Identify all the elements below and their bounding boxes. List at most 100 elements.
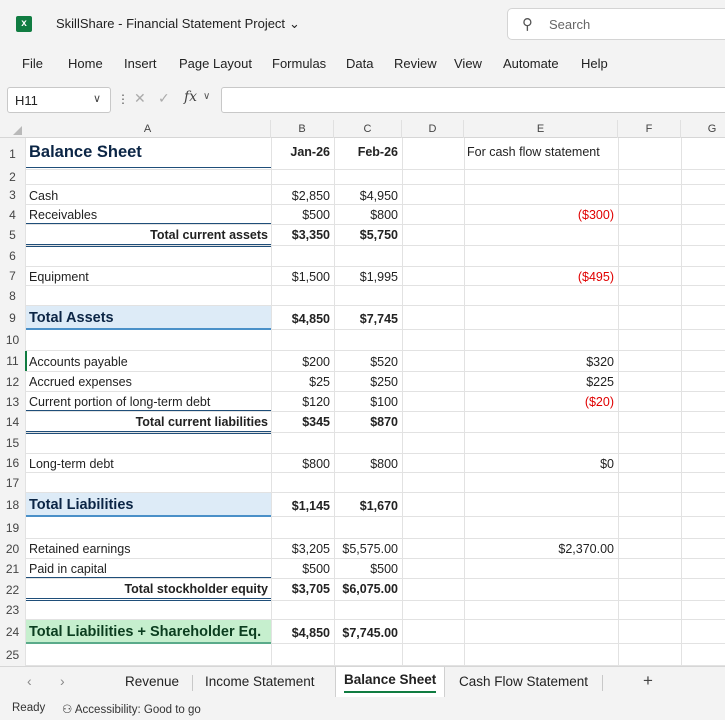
row-header-24[interactable]: 24 [0, 620, 25, 644]
cell-c18[interactable]: $1,670 [334, 496, 400, 516]
row-header-23[interactable]: 23 [0, 601, 25, 620]
accessibility-status[interactable]: ⚇ Accessibility: Good to go [62, 702, 201, 716]
name-box[interactable]: H11 ∨ [7, 87, 111, 113]
menu-automate[interactable]: Automate [503, 56, 559, 71]
row-header-15[interactable]: 15 [0, 433, 25, 454]
cell-c7[interactable]: $1,995 [334, 267, 400, 287]
cell-b20[interactable]: $3,205 [271, 539, 332, 559]
row-header-21[interactable]: 21 [0, 559, 25, 579]
select-all-corner[interactable] [0, 120, 25, 138]
insert-function-icon[interactable]: fx [184, 89, 197, 105]
cell-c24[interactable]: $7,745.00 [334, 623, 400, 643]
cell-e12[interactable]: $225 [465, 372, 616, 392]
row-header-7[interactable]: 7 [0, 267, 25, 286]
row-header-2[interactable]: 2 [0, 170, 25, 185]
column-header-e[interactable]: E [464, 120, 618, 138]
row-header-3[interactable]: 3 [0, 185, 25, 205]
row-header-13[interactable]: 13 [0, 392, 25, 412]
cell-a14[interactable]: Total current liabilities [27, 412, 270, 432]
sheet-tab-balance-sheet[interactable]: Balance Sheet [335, 667, 446, 697]
cell-b5[interactable]: $3,350 [271, 225, 332, 245]
cell-a16[interactable]: Long-term debt [27, 454, 271, 474]
row-header-12[interactable]: 12 [0, 372, 25, 392]
sheet-tab-cash-flow-statement[interactable]: Cash Flow Statement [459, 674, 588, 689]
spreadsheet-grid[interactable]: 1 2 3 4 5 6 7 8 9 10 11 12 13 14 15 16 17 18 19 20 21 22 23 24 2… [0, 138, 725, 666]
row-header-5[interactable]: 5 [0, 225, 25, 246]
row-header-11[interactable]: 11 [0, 351, 25, 372]
row-header-1[interactable]: 1 [0, 138, 25, 170]
row-header-4[interactable]: 4 [0, 205, 25, 225]
formula-input[interactable] [221, 87, 725, 113]
cell-a5[interactable]: Total current assets [27, 225, 270, 245]
cancel-icon[interactable]: ✕ [134, 90, 146, 107]
cell-b3[interactable]: $2,850 [271, 186, 332, 206]
cell-a1[interactable]: Balance Sheet [27, 140, 271, 164]
cell-e16[interactable]: $0 [465, 454, 616, 474]
menu-home[interactable]: Home [68, 56, 103, 71]
row-header-22[interactable]: 22 [0, 579, 25, 601]
row-header-20[interactable]: 20 [0, 539, 25, 559]
cell-a9[interactable]: Total Assets [27, 308, 271, 328]
scroll-right-icon[interactable]: › [60, 673, 65, 689]
row-header-25[interactable]: 25 [0, 644, 25, 666]
cell-b7[interactable]: $1,500 [271, 267, 332, 287]
row-header-17[interactable]: 17 [0, 473, 25, 493]
menu-help[interactable]: Help [581, 56, 608, 71]
column-header-d[interactable]: D [402, 120, 464, 138]
column-header-a[interactable]: A [25, 120, 271, 138]
cell-e4[interactable]: ($300) [465, 205, 616, 225]
cell-c20[interactable]: $5,575.00 [334, 539, 400, 559]
cell-c12[interactable]: $250 [334, 372, 400, 392]
column-header-c[interactable]: C [334, 120, 402, 138]
cell-e11[interactable]: $320 [465, 352, 616, 372]
cell-a24[interactable]: Total Liabilities + Shareholder Eq. [27, 622, 271, 642]
menu-page-layout[interactable]: Page Layout [179, 56, 252, 71]
cell-e13[interactable]: ($20) [465, 392, 616, 412]
cell-c13[interactable]: $100 [334, 392, 400, 412]
cell-b9[interactable]: $4,850 [271, 309, 332, 329]
menu-data[interactable]: Data [346, 56, 373, 71]
menu-insert[interactable]: Insert [124, 56, 157, 71]
cell-e1[interactable]: For cash flow statement [465, 142, 618, 162]
more-options-icon[interactable]: ⋮ [117, 92, 129, 106]
cell-a21[interactable]: Paid in capital [27, 559, 271, 579]
cell-b21[interactable]: $500 [271, 559, 332, 579]
cell-a13[interactable]: Current portion of long-term debt [27, 392, 271, 412]
cell-a20[interactable]: Retained earnings [27, 539, 271, 559]
enter-check-icon[interactable]: ✓ [158, 90, 170, 107]
row-header-16[interactable]: 16 [0, 454, 25, 473]
cell-b22[interactable]: $3,705 [271, 579, 332, 599]
cell-c16[interactable]: $800 [334, 454, 400, 474]
cell-b13[interactable]: $120 [271, 392, 332, 412]
column-header-g[interactable]: G [681, 120, 725, 138]
cell-b16[interactable]: $800 [271, 454, 332, 474]
add-sheet-icon[interactable]: + [643, 671, 653, 691]
cell-c5[interactable]: $5,750 [334, 225, 400, 245]
cell-b4[interactable]: $500 [271, 205, 332, 225]
cell-a12[interactable]: Accrued expenses [27, 372, 271, 392]
search-box[interactable]: ⚲ Search [507, 8, 725, 40]
column-header-f[interactable]: F [618, 120, 681, 138]
cell-e20[interactable]: $2,370.00 [465, 539, 616, 559]
cell-a22[interactable]: Total stockholder equity [27, 579, 270, 599]
cell-a4[interactable]: Receivables [27, 205, 271, 225]
cell-b24[interactable]: $4,850 [271, 623, 332, 643]
cell-c11[interactable]: $520 [334, 352, 400, 372]
cell-a7[interactable]: Equipment [27, 267, 271, 287]
cell-b14[interactable]: $345 [271, 412, 332, 432]
row-header-8[interactable]: 8 [0, 286, 25, 306]
sheet-tab-revenue[interactable]: Revenue [125, 674, 179, 689]
cell-c1[interactable]: Feb-26 [334, 142, 400, 162]
row-header-18[interactable]: 18 [0, 493, 25, 517]
cell-c3[interactable]: $4,950 [334, 186, 400, 206]
cell-c14[interactable]: $870 [334, 412, 400, 432]
row-header-10[interactable]: 10 [0, 330, 25, 351]
menu-view[interactable]: View [454, 56, 482, 71]
cell-a18[interactable]: Total Liabilities [27, 495, 271, 515]
menu-formulas[interactable]: Formulas [272, 56, 326, 71]
cell-e7[interactable]: ($495) [465, 267, 616, 287]
menu-file[interactable]: File [22, 56, 43, 71]
document-title[interactable]: SkillShare - Financial Statement Project… [56, 16, 300, 32]
cell-b1[interactable]: Jan-26 [271, 142, 332, 162]
cell-c21[interactable]: $500 [334, 559, 400, 579]
